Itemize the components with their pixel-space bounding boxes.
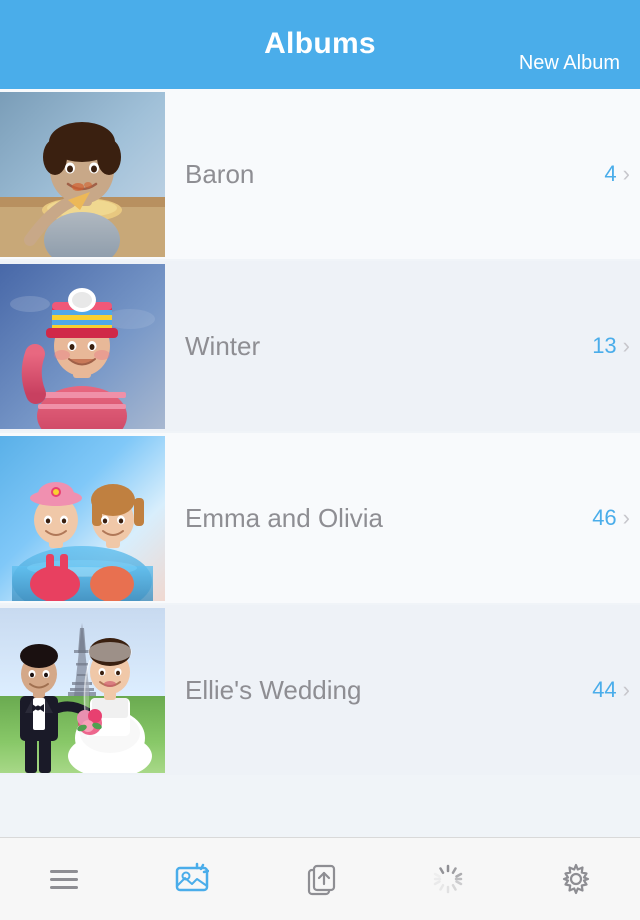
album-count-ellie-wedding: 44 (592, 677, 616, 703)
album-thumbnail-emma-olivia (0, 436, 165, 601)
album-right-ellie-wedding: 44 › (592, 677, 630, 703)
hamburger-line-2 (50, 878, 78, 881)
chevron-icon-baron: › (623, 163, 630, 185)
tab-item-activity[interactable] (408, 849, 488, 909)
album-count-winter: 13 (592, 333, 616, 359)
header-wrapper: Albums New Album (20, 52, 620, 75)
album-item-ellie-wedding[interactable]: Ellie's Wedding 44 › (0, 605, 640, 775)
album-name-ellie-wedding: Ellie's Wedding (185, 675, 361, 706)
header: Albums New Album (0, 0, 640, 89)
tab-item-upload[interactable] (280, 849, 360, 909)
album-info-ellie-wedding: Ellie's Wedding 44 › (165, 675, 640, 706)
photos-icon (174, 861, 210, 897)
chevron-icon-winter: › (623, 335, 630, 357)
hamburger-lines (50, 870, 78, 889)
album-item-emma-olivia[interactable]: Emma and Olivia 46 › (0, 433, 640, 603)
hamburger-line-1 (50, 870, 78, 873)
gear-icon (558, 861, 594, 897)
upload-icon (302, 861, 338, 897)
album-list: Baron 4 › (0, 89, 640, 837)
album-info-winter: Winter 13 › (165, 331, 640, 362)
album-right-emma-olivia: 46 › (592, 505, 630, 531)
chevron-icon-emma-olivia: › (623, 507, 630, 529)
page-title: Albums (264, 27, 376, 61)
album-name-winter: Winter (185, 331, 260, 362)
album-info-emma-olivia: Emma and Olivia 46 › (165, 503, 640, 534)
album-item-baron[interactable]: Baron 4 › (0, 89, 640, 259)
album-count-baron: 4 (604, 161, 616, 187)
album-count-emma-olivia: 46 (592, 505, 616, 531)
tab-item-photos[interactable] (152, 849, 232, 909)
album-right-baron: 4 › (604, 161, 630, 187)
tab-bar (0, 837, 640, 920)
new-album-button[interactable]: New Album (519, 52, 620, 75)
album-name-baron: Baron (185, 159, 254, 190)
tab-item-menu[interactable] (24, 849, 104, 909)
spinner-icon (430, 861, 466, 897)
album-item-winter[interactable]: Winter 13 › (0, 261, 640, 431)
hamburger-icon (46, 861, 82, 897)
album-name-emma-olivia: Emma and Olivia (185, 503, 383, 534)
album-thumbnail-winter (0, 264, 165, 429)
chevron-icon-ellie-wedding: › (623, 679, 630, 701)
hamburger-line-3 (50, 886, 78, 889)
album-right-winter: 13 › (592, 333, 630, 359)
tab-item-settings[interactable] (536, 849, 616, 909)
album-thumbnail-ellie-wedding (0, 608, 165, 773)
album-thumbnail-baron (0, 92, 165, 257)
album-info-baron: Baron 4 › (165, 159, 640, 190)
